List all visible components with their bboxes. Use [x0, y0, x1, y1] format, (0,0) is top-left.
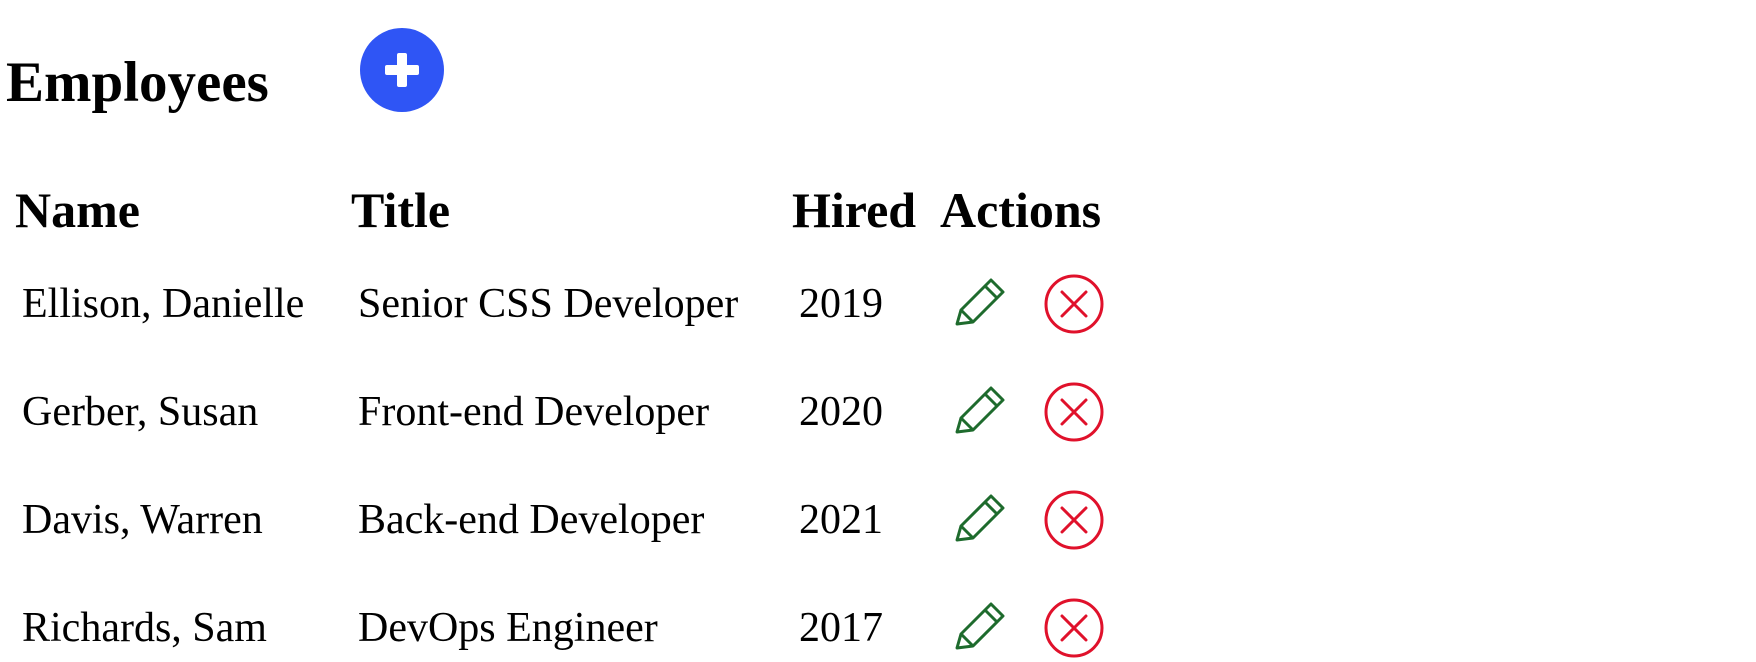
x-circle-icon [1044, 598, 1103, 658]
employee-title: DevOps Engineer [358, 605, 658, 651]
plus-icon [385, 53, 419, 87]
employee-hired: 2020 [799, 389, 883, 435]
employee-name: Ellison, Danielle [22, 281, 305, 327]
delete-button[interactable] [1042, 380, 1106, 444]
employee-hired: 2021 [799, 497, 883, 543]
page-title: Employees [6, 51, 269, 114]
employee-name: Gerber, Susan [22, 389, 259, 435]
edit-button[interactable] [947, 596, 1011, 660]
employee-hired: 2017 [799, 605, 883, 651]
column-header-title: Title [351, 182, 451, 238]
pencil-icon [955, 278, 1005, 326]
edit-button[interactable] [947, 488, 1011, 552]
employees-table: Name Title Hired Actions Ellison, Daniel… [6, 170, 1122, 662]
row-actions [931, 466, 1122, 574]
employee-title: Back-end Developer [358, 497, 705, 543]
employee-hired: 2019 [799, 281, 883, 327]
add-employee-button[interactable] [360, 28, 444, 112]
table-row: Gerber, Susan Front-end Developer 2020 [6, 358, 1122, 466]
delete-button[interactable] [1042, 596, 1106, 660]
x-circle-icon [1044, 490, 1103, 550]
table-header-row: Name Title Hired Actions [6, 170, 1122, 250]
column-header-actions: Actions [940, 182, 1102, 238]
table-row: Davis, Warren Back-end Developer 2021 [6, 466, 1122, 574]
column-header-name: Name [15, 182, 140, 238]
employees-page: Employees Name Title Hired Actions Ellis… [0, 0, 1756, 662]
x-circle-icon [1044, 274, 1103, 334]
pencil-icon [955, 602, 1005, 650]
row-actions [931, 358, 1122, 466]
table-row: Ellison, Danielle Senior CSS Developer 2… [6, 250, 1122, 358]
column-header-hired: Hired [792, 182, 917, 238]
row-actions [931, 250, 1122, 358]
employee-title: Front-end Developer [358, 389, 710, 435]
employee-name: Richards, Sam [22, 605, 267, 651]
edit-button[interactable] [947, 380, 1011, 444]
delete-button[interactable] [1042, 272, 1106, 336]
delete-button[interactable] [1042, 488, 1106, 552]
edit-button[interactable] [947, 272, 1011, 336]
pencil-icon [955, 494, 1005, 542]
x-circle-icon [1044, 382, 1103, 442]
employee-title: Senior CSS Developer [358, 281, 739, 327]
pencil-icon [955, 386, 1005, 434]
table-row: Richards, Sam DevOps Engineer 2017 [6, 574, 1122, 662]
employee-name: Davis, Warren [22, 497, 263, 543]
row-actions [931, 574, 1122, 662]
